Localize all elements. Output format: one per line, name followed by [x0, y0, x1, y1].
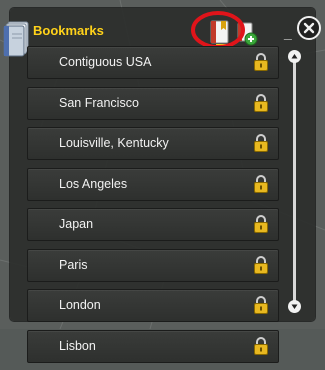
list-item[interactable]: Los Angeles [27, 167, 279, 201]
panel-titlebar: Bookmarks _ [3, 8, 321, 57]
lock-icon[interactable] [253, 52, 269, 72]
scroll-up-button[interactable] [288, 50, 301, 63]
list-item[interactable]: Japan [27, 208, 279, 241]
arrow-up-icon [291, 54, 298, 59]
bookmark-label: Los Angeles [59, 176, 128, 191]
bookmark-label: Japan [59, 217, 94, 231]
list-item[interactable]: Louisville, Kentucky [27, 127, 279, 160]
lock-icon[interactable] [253, 214, 269, 234]
bookmark-label: London [59, 298, 101, 312]
arrow-down-icon [291, 304, 298, 309]
lock-icon[interactable] [253, 336, 269, 356]
bookmark-label: Louisville, Kentucky [59, 136, 169, 150]
scroll-down-button[interactable] [288, 300, 301, 313]
bookmark-label: Lisbon [59, 338, 96, 353]
lock-icon[interactable] [253, 93, 269, 113]
list-item[interactable]: Lisbon [27, 329, 279, 363]
close-icon [303, 22, 315, 34]
lock-icon[interactable] [253, 295, 269, 315]
list-item[interactable]: London [27, 289, 279, 322]
highlight-circle-annotation [190, 10, 246, 50]
minimize-button[interactable]: _ [284, 26, 294, 40]
bookmarks-panel: Bookmarks _ Contiguous USA San Francisco… [3, 8, 321, 363]
scrollbar[interactable] [287, 50, 303, 313]
list-item[interactable]: Contiguous USA [27, 46, 279, 79]
bookmark-label: San Francisco [59, 95, 139, 110]
list-item[interactable]: San Francisco [27, 86, 279, 120]
scroll-track[interactable] [293, 60, 296, 306]
bookmark-list: Contiguous USA San Francisco Louisville,… [27, 46, 279, 370]
lock-icon[interactable] [253, 255, 269, 275]
close-button[interactable] [297, 16, 321, 40]
bookmark-label: Contiguous USA [59, 55, 152, 69]
list-item[interactable]: Paris [27, 248, 279, 282]
bookmark-label: Paris [59, 257, 88, 272]
lock-icon[interactable] [253, 133, 269, 153]
panel-title: Bookmarks [33, 23, 104, 38]
lock-icon[interactable] [253, 174, 269, 194]
